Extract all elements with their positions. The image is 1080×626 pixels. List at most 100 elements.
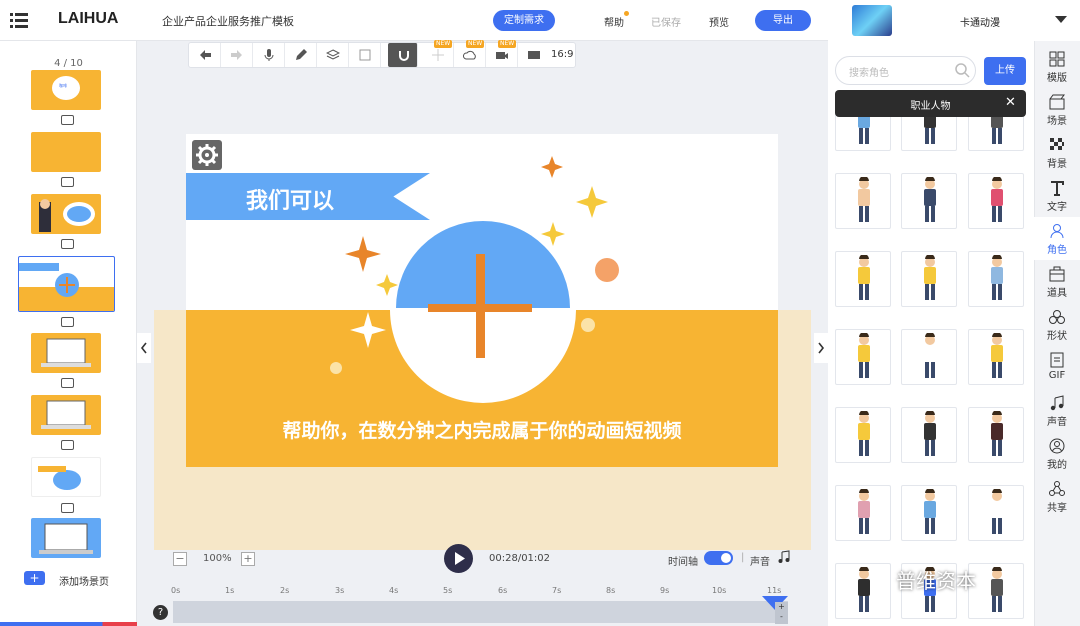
preview-button[interactable]: 预览	[709, 14, 729, 29]
duplicate-scene-icon[interactable]	[61, 378, 74, 388]
magnet-button[interactable]	[388, 43, 418, 67]
timeline-zoom[interactable]: + -	[775, 602, 788, 624]
character-card[interactable]	[968, 251, 1024, 307]
nav-gif[interactable]: GIF	[1034, 346, 1080, 389]
character-card[interactable]	[835, 407, 891, 463]
character-card[interactable]	[901, 251, 957, 307]
character-card[interactable]	[835, 251, 891, 307]
nav-text[interactable]: 文字	[1034, 174, 1080, 217]
layers-button[interactable]	[317, 43, 349, 67]
help-icon[interactable]: ?	[153, 605, 168, 620]
camera-button[interactable]: NEW	[486, 40, 518, 67]
help-link[interactable]: 帮助	[604, 14, 624, 29]
duplicate-scene-icon[interactable]	[61, 503, 74, 513]
duplicate-scene-icon[interactable]	[61, 440, 74, 450]
nav-shape[interactable]: 形状	[1034, 303, 1080, 346]
category-title[interactable]: 卡通动漫	[940, 14, 1020, 29]
sparkle-star[interactable]	[350, 312, 386, 348]
custom-request-button[interactable]: 定制需求	[493, 10, 555, 31]
character-card[interactable]	[968, 563, 1024, 619]
scene-thumbnail-active[interactable]	[18, 256, 115, 312]
search-input[interactable]: 搜索角色	[849, 64, 889, 79]
nav-background[interactable]: 背景	[1034, 131, 1080, 174]
sparkle-star[interactable]	[541, 156, 563, 178]
close-icon[interactable]: ✕	[1005, 95, 1016, 110]
nav-scene[interactable]: 场景	[1034, 88, 1080, 131]
scene-thumbnail[interactable]	[31, 132, 101, 172]
prev-scene-button[interactable]	[137, 333, 151, 363]
nav-template[interactable]: 模版	[1034, 45, 1080, 88]
new-badge: NEW	[434, 40, 453, 48]
scene-thumbnail[interactable]	[31, 333, 101, 373]
cloud-button[interactable]: NEW	[454, 40, 486, 67]
nav-share[interactable]: 共享	[1034, 475, 1080, 518]
timeline-zoom-in[interactable]: +	[778, 602, 785, 611]
character-card[interactable]	[968, 407, 1024, 463]
character-card[interactable]	[901, 329, 957, 385]
search-icon[interactable]	[954, 62, 970, 78]
nav-mine[interactable]: 我的	[1034, 432, 1080, 475]
chevron-down-icon[interactable]	[1055, 15, 1067, 25]
zoom-value: 100%	[203, 553, 232, 564]
redo-button[interactable]	[221, 43, 253, 67]
character-card[interactable]	[968, 329, 1024, 385]
timeline-toggle[interactable]	[704, 551, 733, 565]
nav-prop[interactable]: 道具	[1034, 260, 1080, 303]
next-scene-button[interactable]	[814, 333, 828, 363]
zoom-out-button[interactable]: −	[173, 552, 187, 566]
add-scene-label[interactable]: 添加场景页	[59, 573, 109, 588]
nav-character[interactable]: 角色	[1034, 217, 1080, 260]
duplicate-scene-icon[interactable]	[61, 317, 74, 327]
effects-button[interactable]: NEW	[422, 40, 454, 67]
sound-label: 声音	[750, 557, 770, 568]
character-card[interactable]	[835, 485, 891, 541]
sparkle-star[interactable]	[541, 222, 565, 246]
scene-thumbnail[interactable]	[31, 457, 101, 497]
yellow-dot[interactable]	[330, 362, 342, 374]
undo-button[interactable]	[189, 43, 221, 67]
category-thumbnail[interactable]	[852, 5, 892, 36]
scene-thumbnail[interactable]: 咖啡	[31, 70, 101, 110]
character-card[interactable]	[968, 485, 1024, 541]
orange-dot[interactable]	[595, 258, 619, 282]
character-card[interactable]	[901, 485, 957, 541]
sparkle-star[interactable]	[576, 186, 608, 218]
stage-subtitle[interactable]: 帮助你，在数分钟之内完成属于你的动画短视频	[186, 416, 778, 443]
character-card[interactable]	[968, 173, 1024, 229]
scene-thumbnail[interactable]	[31, 518, 101, 558]
scene-thumbnail[interactable]	[31, 194, 101, 234]
timeline-track[interactable]	[173, 601, 788, 623]
music-note-icon[interactable]	[777, 550, 791, 564]
camera-icon	[496, 52, 508, 59]
stage-settings-button[interactable]	[192, 140, 222, 170]
plus-horizontal[interactable]	[428, 304, 532, 312]
aspect-ratio-value[interactable]: 16:9	[551, 49, 573, 60]
zoom-in-button[interactable]: +	[241, 552, 255, 566]
character-card[interactable]	[835, 563, 891, 619]
play-button[interactable]	[444, 544, 473, 573]
draw-button[interactable]	[285, 43, 317, 67]
nav-sound[interactable]: 声音	[1034, 389, 1080, 432]
duplicate-scene-icon[interactable]	[61, 115, 74, 125]
add-scene-button[interactable]: +	[24, 571, 45, 585]
menu-icon[interactable]	[10, 12, 28, 28]
upload-button[interactable]: 上传	[984, 57, 1026, 85]
aspect-ratio-button[interactable]	[518, 43, 550, 67]
document-title[interactable]: 企业产品企业服务推广模板	[162, 13, 294, 29]
record-voice-button[interactable]	[253, 43, 285, 67]
character-card[interactable]	[835, 173, 891, 229]
sparkle-star[interactable]	[345, 236, 381, 272]
duplicate-scene-icon[interactable]	[61, 239, 74, 249]
play-icon	[455, 552, 465, 565]
character-card[interactable]	[901, 407, 957, 463]
export-button[interactable]: 导出	[755, 10, 811, 31]
logo: LAIHUA	[58, 10, 119, 27]
scene-thumbnail[interactable]	[31, 395, 101, 435]
duplicate-scene-icon[interactable]	[61, 177, 74, 187]
frame-button[interactable]	[349, 43, 381, 67]
character-card[interactable]	[835, 329, 891, 385]
sparkle-star[interactable]	[376, 274, 398, 296]
yellow-dot[interactable]	[581, 318, 595, 332]
timeline-zoom-out[interactable]: -	[780, 612, 783, 621]
character-card[interactable]	[901, 173, 957, 229]
